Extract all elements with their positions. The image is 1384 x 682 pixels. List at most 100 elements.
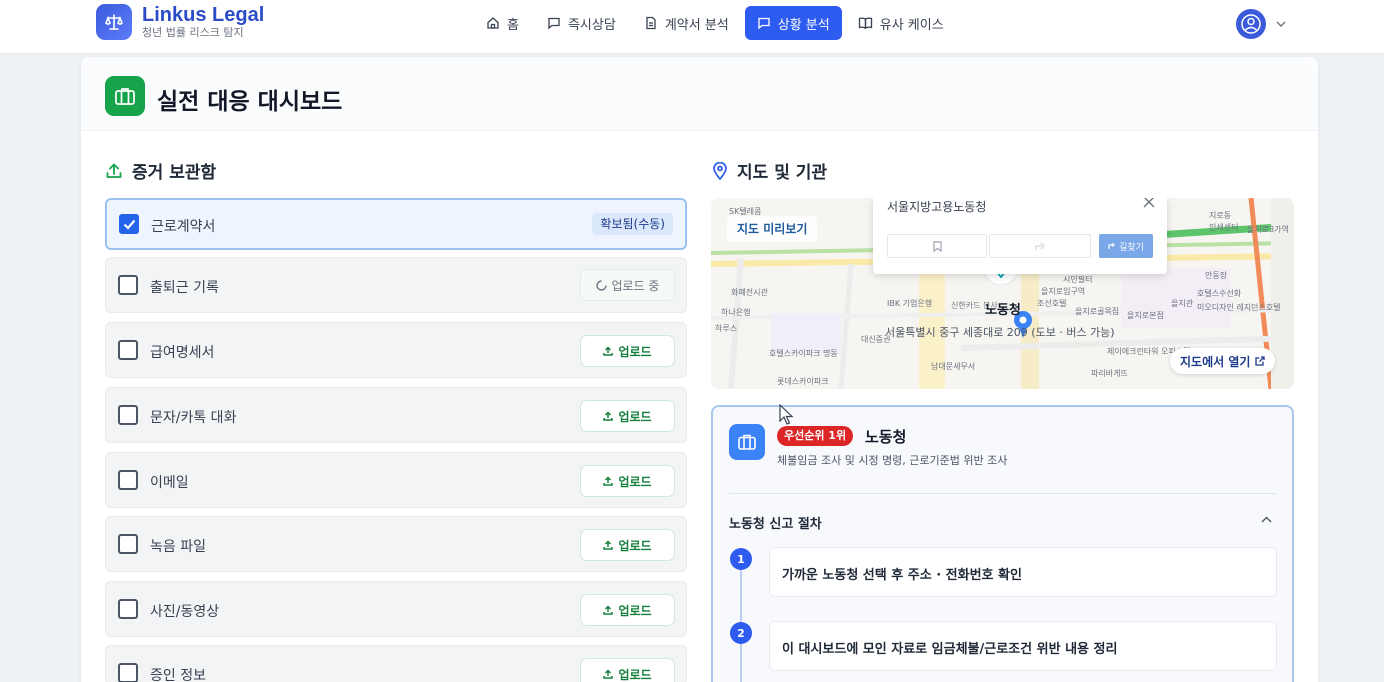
upload-button[interactable]: 업로드 [580, 594, 675, 626]
upload-icon [603, 411, 614, 421]
nav-home-label: 홈 [507, 17, 519, 33]
nav-similar-cases-label: 유사 케이스 [879, 17, 944, 33]
map-poi: 남대문세무서 [931, 362, 976, 371]
chevron-down-icon [1276, 21, 1286, 27]
nav-contract-analysis-label: 계약서 분석 [664, 17, 729, 33]
user-avatar-icon [1236, 9, 1266, 39]
evidence-item[interactable]: 문자/카톡 대화 업로드 [105, 387, 687, 443]
share-button[interactable] [989, 234, 1091, 258]
priority-badge: 우선순위 1위 [777, 426, 854, 446]
map-poi: 안동장 [1205, 271, 1228, 280]
briefcase-icon [105, 76, 145, 116]
chevron-up-icon[interactable] [1261, 516, 1272, 523]
upload-icon [603, 669, 614, 679]
evidence-label: 증인 정보 [150, 668, 206, 682]
open-in-map-button[interactable]: 지도에서 열기 [1170, 348, 1276, 374]
evidence-label: 출퇴근 기록 [150, 280, 219, 296]
map-poi: 하나은행 [721, 308, 751, 317]
chat-icon [758, 17, 770, 30]
evidence-item[interactable]: 급여명세서 업로드 [105, 322, 687, 378]
upload-icon [106, 162, 122, 178]
home-icon [487, 17, 499, 29]
step-number: 1 [730, 548, 752, 570]
checkbox[interactable] [118, 340, 138, 360]
upload-button[interactable]: 업로드 [580, 400, 675, 432]
map-poi: 인쇄센터 [1209, 223, 1239, 232]
upload-icon [603, 476, 614, 486]
nav-situation-analysis[interactable]: 상황 분석 [744, 6, 842, 40]
checkbox-checked[interactable] [119, 214, 139, 234]
bookmark-icon [932, 240, 942, 252]
brand-name: Linkus Legal [142, 4, 265, 26]
step-text: 이 대시보드에 모인 자료로 임금체불/근로조건 위반 내용 정리 [782, 642, 1118, 657]
upload-button[interactable]: 업로드 [580, 335, 675, 367]
map-marker-label: 노동청 [985, 303, 1021, 318]
dashboard-card: 실전 대응 대시보드 증거 보관함 근로계약서 확보됨(수동) 출퇴근 기록 업… [81, 57, 1318, 682]
agency-name: 노동청 [865, 428, 907, 446]
map-poi: 하루스 [715, 324, 738, 333]
agency-card: 우선순위 1위 노동청 체불임금 조사 및 시정 명령, 근로기준법 위반 조사… [711, 405, 1294, 682]
upload-icon [603, 540, 614, 550]
status-badge: 확보됨(수동) [592, 213, 673, 235]
evidence-label: 급여명세서 [150, 345, 215, 361]
checkbox[interactable] [118, 534, 138, 554]
procedure-title[interactable]: 노동청 신고 절차 [729, 513, 822, 532]
step-number: 2 [730, 622, 752, 644]
upload-button[interactable]: 업로드 [580, 465, 675, 497]
upload-button[interactable]: 업로드 [580, 529, 675, 561]
checkbox[interactable] [118, 405, 138, 425]
map-preview[interactable]: SK텔레콤 화폐전시관 하나은행 IBK 기업은행 신한카드 본사 대신증권 남… [711, 198, 1294, 389]
briefcase-icon [729, 424, 765, 460]
evidence-section-title: 증거 보관함 [105, 158, 216, 183]
external-link-icon [1255, 356, 1266, 366]
map-poi: IBK 기업은행 [887, 299, 933, 308]
evidence-label: 사진/동영상 [150, 604, 220, 620]
evidence-item[interactable]: 이메일 업로드 [105, 452, 687, 508]
evidence-item[interactable]: 근로계약서 확보됨(수동) [105, 198, 687, 250]
map-poi: 을지관 [1171, 299, 1194, 308]
evidence-item[interactable]: 사진/동영상 업로드 [105, 581, 687, 637]
nav-home[interactable]: 홈 [474, 6, 531, 40]
evidence-label: 녹음 파일 [150, 539, 206, 555]
evidence-label: 이메일 [150, 475, 189, 491]
bookmark-button[interactable] [887, 234, 987, 258]
map-preview-tag: 지도 미리보기 [727, 216, 818, 242]
checkbox[interactable] [118, 599, 138, 619]
checkbox[interactable] [118, 275, 138, 295]
evidence-label: 문자/카톡 대화 [150, 410, 237, 426]
checkbox[interactable] [118, 663, 138, 682]
checkbox[interactable] [118, 470, 138, 490]
book-icon [858, 17, 872, 30]
map-poi: 을지로입구역 [1041, 287, 1086, 296]
upload-button[interactable]: 업로드 [580, 658, 675, 682]
map-poi: 파리바게뜨 [1091, 369, 1128, 378]
map-poi: 화폐전시관 [731, 288, 768, 297]
evidence-item[interactable]: 녹음 파일 업로드 [105, 516, 687, 572]
evidence-label: 근로계약서 [151, 219, 216, 235]
upload-icon [603, 346, 614, 356]
dashboard-header: 실전 대응 대시보드 [81, 57, 1318, 131]
evidence-item[interactable]: 출퇴근 기록 업로드 중 [105, 257, 687, 313]
divider [729, 493, 1277, 494]
close-icon[interactable] [1143, 198, 1155, 208]
nav-contract-analysis[interactable]: 계약서 분석 [632, 6, 741, 40]
user-menu[interactable] [1236, 9, 1286, 39]
procedure-step: 가까운 노동청 선택 후 주소 · 전화번호 확인 [769, 547, 1277, 597]
chat-icon [548, 17, 560, 30]
brand[interactable]: Linkus Legal 청년 법률 리스크 탐지 [96, 4, 264, 40]
map-poi: 호텔스카이파크 명동 [769, 349, 838, 358]
map-pin-icon [713, 161, 727, 180]
directions-button[interactable]: 길찾기 [1099, 234, 1153, 258]
top-navigation: Linkus Legal 청년 법률 리스크 탐지 홈 즉시상담 계약서 분석 … [0, 0, 1384, 54]
map-poi: 미오디자인 레지던스호텔 [1197, 303, 1281, 312]
map-poi: 호텔스수선화 [1197, 289, 1242, 298]
share-icon [1034, 242, 1045, 250]
mouse-cursor-icon [779, 404, 794, 425]
nav-similar-cases[interactable]: 유사 케이스 [846, 6, 956, 40]
map-poi: 지로동 [1209, 211, 1232, 220]
nav-instant-consult[interactable]: 즉시상담 [535, 6, 628, 40]
page-title: 실전 대응 대시보드 [157, 89, 343, 115]
route-icon [1108, 243, 1115, 249]
map-poi: 조선호텔 [1037, 299, 1067, 308]
evidence-item[interactable]: 증인 정보 업로드 [105, 645, 687, 682]
